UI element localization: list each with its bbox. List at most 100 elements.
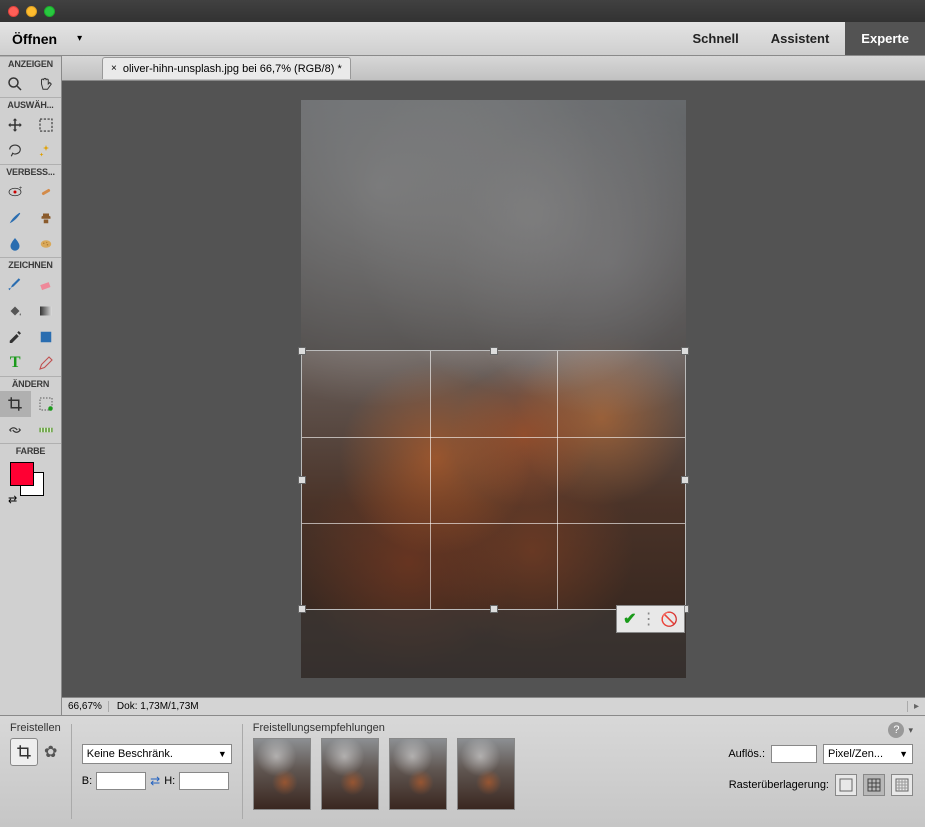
- crop-handle-w[interactable]: [298, 476, 306, 484]
- canvas-image[interactable]: ✔ ⋮ 🚫: [301, 100, 686, 678]
- options-menu-icon[interactable]: ▾: [908, 725, 913, 736]
- aspect-section: Keine Beschränk. ▼ B: ⇄ H:: [72, 716, 242, 827]
- shape-tool[interactable]: [31, 324, 62, 350]
- toolbox: ANZEIGEN AUSWÄH... VERBESS... + ZEICHNEN: [0, 56, 62, 715]
- crop-tool-section: Freistellen ✿: [0, 716, 71, 827]
- suggestions-label: Freistellungsempfehlungen: [253, 722, 515, 734]
- swap-colors-icon[interactable]: ⇄: [8, 493, 17, 506]
- foreground-color-swatch[interactable]: [10, 462, 34, 486]
- toolbox-section-color: FARBE: [0, 443, 61, 458]
- crop-tool-option-button[interactable]: [10, 738, 38, 766]
- toolbox-section-view: ANZEIGEN: [0, 56, 61, 71]
- brush-tool[interactable]: [0, 205, 31, 231]
- height-label: H:: [164, 775, 175, 787]
- paint-bucket-tool[interactable]: [0, 298, 31, 324]
- color-swatches[interactable]: ⇄: [6, 462, 55, 506]
- document-info[interactable]: Dok: 1,73M/1,73M: [109, 701, 207, 712]
- minimize-window-button[interactable]: [26, 6, 37, 17]
- crop-suggestion-2[interactable]: [321, 738, 379, 810]
- gradient-tool[interactable]: [31, 298, 62, 324]
- width-label: B:: [82, 775, 92, 787]
- redeye-tool[interactable]: +: [0, 179, 31, 205]
- status-bar: 66,67% Dok: 1,73M/1,73M ▸: [62, 697, 925, 715]
- close-tab-icon[interactable]: ×: [111, 63, 117, 74]
- crop-grid-line: [557, 351, 558, 609]
- crop-dim-top: [301, 100, 686, 350]
- crop-handle-sw[interactable]: [298, 605, 306, 613]
- height-input[interactable]: [179, 772, 229, 790]
- document-area: × oliver-hihn-unsplash.jpg bei 66,7% (RG…: [62, 56, 925, 715]
- window-titlebar: [0, 0, 925, 22]
- document-tab[interactable]: × oliver-hihn-unsplash.jpg bei 66,7% (RG…: [102, 57, 351, 79]
- text-tool[interactable]: T: [0, 350, 31, 376]
- blur-tool[interactable]: [0, 231, 31, 257]
- crop-selection[interactable]: ✔ ⋮ 🚫: [301, 350, 686, 610]
- crop-settings-icon[interactable]: ✿: [44, 742, 57, 762]
- straighten-tool[interactable]: [31, 417, 62, 443]
- content-aware-move-tool[interactable]: [0, 417, 31, 443]
- crop-handle-s[interactable]: [490, 605, 498, 613]
- hand-tool[interactable]: [31, 71, 62, 97]
- resolution-label: Auflös.:: [728, 748, 765, 760]
- paintbrush-tool[interactable]: [0, 272, 31, 298]
- main-area: ANZEIGEN AUSWÄH... VERBESS... + ZEICHNEN: [0, 56, 925, 715]
- crop-handle-nw[interactable]: [298, 347, 306, 355]
- help-icon[interactable]: ?: [888, 722, 904, 738]
- crop-handle-n[interactable]: [490, 347, 498, 355]
- spot-heal-tool[interactable]: [31, 179, 62, 205]
- overlay-grid-button[interactable]: [891, 774, 913, 796]
- move-tool[interactable]: [0, 112, 31, 138]
- overlay-label: Rasterüberlagerung:: [729, 779, 829, 791]
- resolution-input[interactable]: [771, 745, 817, 763]
- zoom-level[interactable]: 66,67%: [62, 701, 109, 712]
- aspect-ratio-dropdown[interactable]: Keine Beschränk. ▼: [82, 744, 232, 764]
- commit-crop-button[interactable]: ✔: [623, 609, 636, 629]
- tab-assistant[interactable]: Assistent: [755, 22, 846, 55]
- overlay-thirds-button[interactable]: [863, 774, 885, 796]
- swap-dimensions-icon[interactable]: ⇄: [150, 774, 160, 788]
- tool-options-bar: ? ▾ Freistellen ✿ Keine Beschränk. ▼ B: …: [0, 715, 925, 827]
- tab-expert[interactable]: Experte: [845, 22, 925, 55]
- chevron-down-icon: ▼: [899, 749, 908, 759]
- maximize-window-button[interactable]: [44, 6, 55, 17]
- clone-stamp-tool[interactable]: [31, 205, 62, 231]
- crop-tool[interactable]: [0, 391, 31, 417]
- magic-wand-tool[interactable]: [31, 138, 62, 164]
- open-menu-dropdown-icon[interactable]: ▾: [69, 22, 90, 55]
- canvas-viewport[interactable]: ✔ ⋮ 🚫: [62, 81, 925, 697]
- document-tab-bar: × oliver-hihn-unsplash.jpg bei 66,7% (RG…: [62, 56, 925, 81]
- crop-suggestions: [253, 738, 515, 810]
- crop-suggestion-4[interactable]: [457, 738, 515, 810]
- crop-grid-line: [302, 523, 685, 524]
- crop-commit-bar: ✔ ⋮ 🚫: [616, 605, 685, 633]
- width-input[interactable]: [96, 772, 146, 790]
- marquee-tool[interactable]: [31, 112, 62, 138]
- tab-quick[interactable]: Schnell: [677, 22, 755, 55]
- recompose-tool[interactable]: [31, 391, 62, 417]
- toolbox-section-enhance: VERBESS...: [0, 164, 61, 179]
- crop-suggestion-1[interactable]: [253, 738, 311, 810]
- resolution-unit-value: Pixel/Zen...: [828, 748, 883, 760]
- sponge-tool[interactable]: [31, 231, 62, 257]
- cancel-crop-button[interactable]: 🚫: [661, 611, 678, 628]
- suggestions-section: Freistellungsempfehlungen: [243, 716, 525, 827]
- toolbox-section-modify: ÄNDERN: [0, 376, 61, 391]
- eraser-tool[interactable]: [31, 272, 62, 298]
- overlay-none-button[interactable]: [835, 774, 857, 796]
- crop-grid-line: [430, 351, 431, 609]
- status-expander-icon[interactable]: ▸: [907, 701, 925, 712]
- divider-icon: ⋮: [641, 609, 657, 629]
- eyedropper-tool[interactable]: [0, 324, 31, 350]
- toolbox-section-select: AUSWÄH...: [0, 97, 61, 112]
- pencil-tool[interactable]: [31, 350, 62, 376]
- chevron-down-icon: ▼: [218, 749, 227, 759]
- close-window-button[interactable]: [8, 6, 19, 17]
- crop-handle-e[interactable]: [681, 476, 689, 484]
- crop-suggestion-3[interactable]: [389, 738, 447, 810]
- open-menu[interactable]: Öffnen: [0, 22, 69, 55]
- resolution-unit-dropdown[interactable]: Pixel/Zen... ▼: [823, 744, 913, 764]
- lasso-tool[interactable]: [0, 138, 31, 164]
- zoom-tool[interactable]: [0, 71, 31, 97]
- toolbox-section-draw: ZEICHNEN: [0, 257, 61, 272]
- crop-handle-ne[interactable]: [681, 347, 689, 355]
